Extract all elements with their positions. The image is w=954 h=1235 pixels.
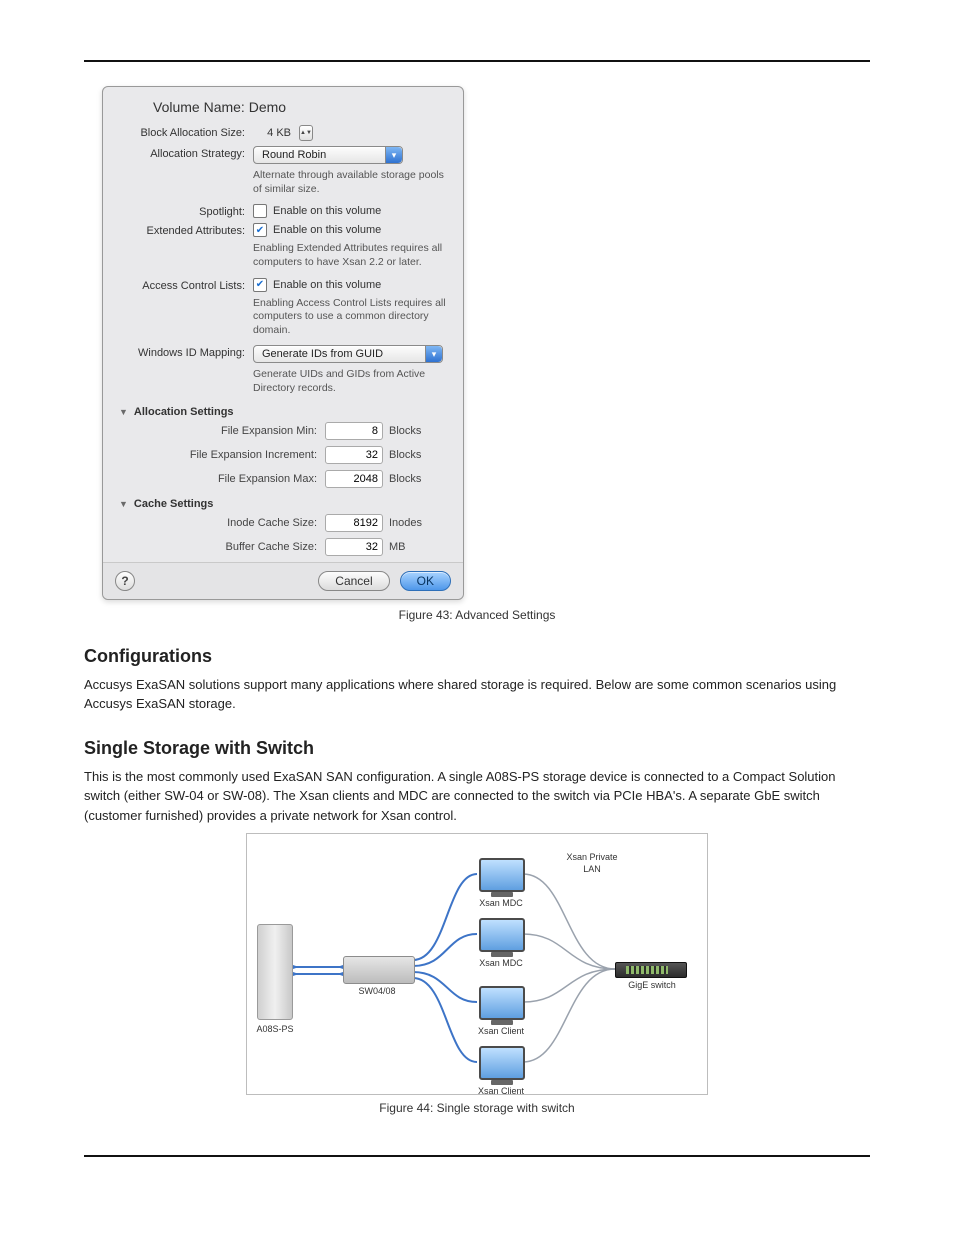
block-size-stepper[interactable]: 4 KB ▲▼ xyxy=(253,125,313,141)
cancel-button[interactable]: Cancel xyxy=(318,571,389,591)
disclosure-triangle-icon: ▼ xyxy=(119,407,128,417)
fe-min-label: File Expansion Min: xyxy=(137,425,317,437)
fe-incr-input[interactable] xyxy=(325,446,383,464)
block-size-value: 4 KB xyxy=(253,125,295,141)
strategy-help: Alternate through available storage pool… xyxy=(253,169,449,196)
acl-label: Access Control Lists: xyxy=(117,278,253,292)
single-storage-paragraph: This is the most commonly used ExaSAN SA… xyxy=(84,767,870,826)
advanced-settings-dialog: Volume Name: Demo Block Allocation Size:… xyxy=(102,86,464,600)
volume-name-row: Volume Name: Demo xyxy=(153,99,449,115)
fe-max-input[interactable] xyxy=(325,470,383,488)
monitor-icon xyxy=(479,1046,525,1080)
strategy-select-control[interactable]: Round Robin xyxy=(253,146,403,164)
inode-unit: Inodes xyxy=(389,517,449,529)
inode-input[interactable] xyxy=(325,514,383,532)
single-storage-heading: Single Storage with Switch xyxy=(84,738,870,759)
disclosure-triangle-icon: ▼ xyxy=(119,499,128,509)
fe-min-input[interactable] xyxy=(325,422,383,440)
volume-name-value: Demo xyxy=(249,99,286,115)
winid-help: Generate UIDs and GIDs from Active Direc… xyxy=(253,368,449,395)
private-lan-label-2: LAN xyxy=(547,864,637,874)
configurations-paragraph: Accusys ExaSAN solutions support many ap… xyxy=(84,675,870,714)
ext-attr-option-text: Enable on this volume xyxy=(273,224,381,236)
cache-settings-group[interactable]: ▼ Cache Settings xyxy=(119,498,449,510)
winid-label: Windows ID Mapping: xyxy=(117,345,253,359)
monitor-icon xyxy=(479,858,525,892)
acl-help: Enabling Access Control Lists requires a… xyxy=(253,297,449,338)
mdc-label-2: Xsan MDC xyxy=(461,958,541,968)
raid-icon xyxy=(257,924,293,1020)
monitor-icon xyxy=(479,918,525,952)
figure-43-caption: Figure 43: Advanced Settings xyxy=(84,608,870,622)
ext-attr-checkbox[interactable]: ✔ xyxy=(253,223,267,237)
cache-settings-title: Cache Settings xyxy=(134,498,213,510)
client-label-1: Xsan Client xyxy=(461,1026,541,1036)
block-size-label: Block Allocation Size: xyxy=(117,125,253,139)
fe-max-unit: Blocks xyxy=(389,473,449,485)
buffer-unit: MB xyxy=(389,541,449,553)
inode-label: Inode Cache Size: xyxy=(137,517,317,529)
fe-max-label: File Expansion Max: xyxy=(137,473,317,485)
fe-incr-unit: Blocks xyxy=(389,449,449,461)
buffer-input[interactable] xyxy=(325,538,383,556)
fe-min-unit: Blocks xyxy=(389,425,449,437)
ext-attr-help: Enabling Extended Attributes requires al… xyxy=(253,242,449,269)
ext-attr-label: Extended Attributes: xyxy=(117,223,253,237)
figure-44-caption: Figure 44: Single storage with switch xyxy=(84,1101,870,1115)
stepper-arrows-icon[interactable]: ▲▼ xyxy=(299,125,313,141)
acl-checkbox[interactable]: ✔ xyxy=(253,278,267,292)
header-rule xyxy=(84,60,870,62)
buffer-label: Buffer Cache Size: xyxy=(137,541,317,553)
switch-label: SW04/08 xyxy=(337,986,417,996)
allocation-settings-group[interactable]: ▼ Allocation Settings xyxy=(119,406,449,418)
mdc-label-1: Xsan MDC xyxy=(461,898,541,908)
gige-switch-label: GigE switch xyxy=(609,980,695,990)
configurations-heading: Configurations xyxy=(84,646,870,667)
switch-icon xyxy=(343,956,415,984)
strategy-label: Allocation Strategy: xyxy=(117,146,253,160)
gige-switch-icon xyxy=(615,962,687,978)
spotlight-label: Spotlight: xyxy=(117,204,253,218)
volume-name-label: Volume Name: xyxy=(153,99,245,115)
monitor-icon xyxy=(479,986,525,1020)
strategy-select[interactable]: Round Robin ▾ xyxy=(253,146,403,164)
private-lan-label-1: Xsan Private xyxy=(547,852,637,862)
acl-option-text: Enable on this volume xyxy=(273,279,381,291)
footer-rule xyxy=(84,1155,870,1157)
allocation-settings-title: Allocation Settings xyxy=(134,406,234,418)
ok-button[interactable]: OK xyxy=(400,571,451,591)
winid-select[interactable]: Generate IDs from GUID ▾ xyxy=(253,345,443,363)
spotlight-checkbox[interactable] xyxy=(253,204,267,218)
help-button[interactable]: ? xyxy=(115,571,135,591)
fe-incr-label: File Expansion Increment: xyxy=(137,449,317,461)
client-label-2: Xsan Client xyxy=(461,1086,541,1096)
winid-select-control[interactable]: Generate IDs from GUID xyxy=(253,345,443,363)
network-diagram: A08S-PS SW04/08 Xsan MDC Xsan MDC Xsan C… xyxy=(246,833,708,1095)
spotlight-option-text: Enable on this volume xyxy=(273,205,381,217)
raid-label: A08S-PS xyxy=(235,1024,315,1034)
